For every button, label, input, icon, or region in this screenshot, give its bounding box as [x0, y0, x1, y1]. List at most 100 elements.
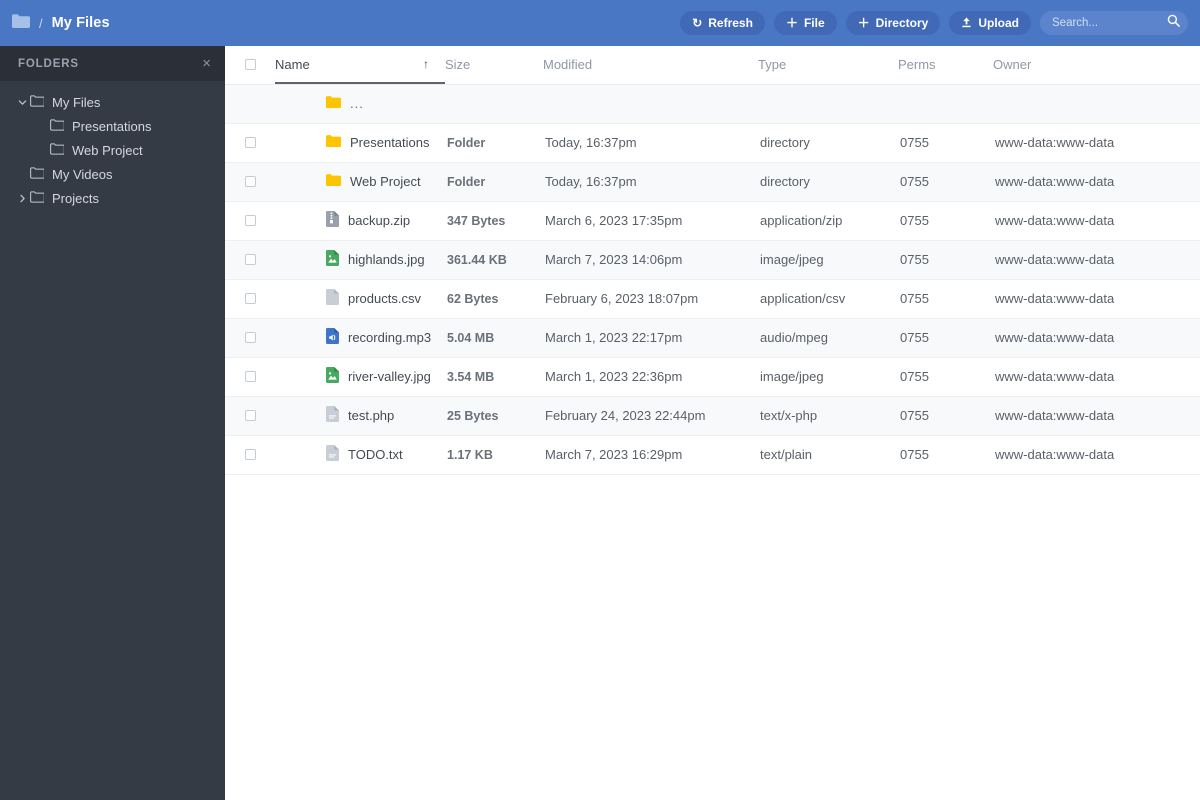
row-owner-cell: www-data:www-data: [993, 396, 1200, 436]
table-row-parent[interactable]: ...: [225, 84, 1200, 124]
sidebar-item-my-files[interactable]: My Files: [0, 90, 225, 114]
select-all-checkbox[interactable]: [244, 59, 256, 71]
plus-icon: ＋: [785, 16, 798, 30]
image-icon: [326, 367, 339, 386]
refresh-button-label: Refresh: [708, 16, 753, 30]
row-checkbox[interactable]: [244, 254, 256, 265]
row-name-label: highlands.jpg: [348, 252, 425, 267]
search-box[interactable]: [1040, 11, 1188, 35]
row-type-cell: text/plain: [758, 435, 898, 475]
row-modified-cell: February 6, 2023 18:07pm: [543, 279, 758, 319]
table-row[interactable]: river-valley.jpg 3.54 MB March 1, 2023 22:…: [225, 357, 1200, 397]
column-header-perms-label: Perms: [898, 57, 936, 73]
new-directory-button[interactable]: ＋ Directory: [845, 11, 941, 35]
row-name-cell[interactable]: test.php: [275, 396, 445, 436]
table-row[interactable]: TODO.txt 1.17 KB March 7, 2023 16:29pm text…: [225, 435, 1200, 475]
row-size-label: 25 Bytes: [447, 409, 499, 423]
row-owner-cell: www-data:www-data: [993, 435, 1200, 475]
row-name-cell[interactable]: Web Project: [275, 162, 445, 202]
row-perms-cell: 0755: [898, 123, 993, 163]
folder-icon: [326, 135, 342, 150]
row-type-label: directory: [760, 174, 810, 189]
table-row[interactable]: recording.mp3 5.04 MB March 1, 2023 22:17p…: [225, 318, 1200, 358]
folder-icon: [326, 174, 342, 189]
row-owner-cell: www-data:www-data: [993, 240, 1200, 280]
close-icon[interactable]: ×: [202, 56, 211, 71]
text-icon: [326, 445, 339, 464]
row-perms-label: 0755: [900, 252, 929, 267]
table-row[interactable]: products.csv 62 Bytes February 6, 2023 18:…: [225, 279, 1200, 319]
folder-icon: [50, 118, 65, 134]
column-header-type[interactable]: Type: [758, 46, 898, 85]
row-checkbox-cell: [225, 84, 275, 124]
sidebar-item-my-videos[interactable]: My Videos: [0, 162, 225, 186]
row-name-label: ...: [350, 96, 364, 111]
row-name-label: products.csv: [348, 291, 421, 306]
row-perms-label: 0755: [900, 291, 929, 306]
breadcrumb-separator: /: [39, 15, 43, 31]
row-checkbox[interactable]: [244, 371, 256, 382]
row-modified-label: Today, 16:37pm: [545, 135, 637, 150]
row-perms-label: 0755: [900, 135, 929, 150]
row-modified-cell: Today, 16:37pm: [543, 162, 758, 202]
column-header-owner-label: Owner: [993, 57, 1032, 73]
row-name-cell[interactable]: backup.zip: [275, 201, 445, 241]
row-checkbox[interactable]: [244, 215, 256, 226]
row-size-cell: 25 Bytes: [445, 396, 543, 436]
row-modified-cell: March 6, 2023 17:35pm: [543, 201, 758, 241]
column-header-name-label: Name: [275, 56, 310, 72]
row-type-label: directory: [760, 135, 810, 150]
row-owner-label: www-data:www-data: [995, 135, 1115, 150]
sidebar-item-label: My Files: [52, 94, 101, 110]
row-checkbox[interactable]: [244, 293, 256, 304]
column-header-owner[interactable]: Owner: [993, 46, 1200, 85]
sidebar-item-web-project[interactable]: Web Project: [0, 138, 225, 162]
column-header-perms[interactable]: Perms: [898, 46, 993, 85]
table-row[interactable]: test.php 25 Bytes February 24, 2023 22:44p…: [225, 396, 1200, 436]
table-row[interactable]: backup.zip 347 Bytes March 6, 2023 17:35pm…: [225, 201, 1200, 241]
row-perms-cell: 0755: [898, 318, 993, 358]
row-name-cell[interactable]: TODO.txt: [275, 435, 445, 475]
row-modified-label: February 24, 2023 22:44pm: [545, 408, 706, 423]
column-header-type-label: Type: [758, 57, 787, 73]
row-modified-label: March 6, 2023 17:35pm: [545, 213, 683, 228]
row-checkbox[interactable]: [244, 176, 256, 187]
app-header: / My Files ↻ Refresh ＋ File ＋ Directory …: [0, 0, 1200, 46]
row-name-cell[interactable]: ...: [275, 84, 445, 124]
row-modified-cell: March 7, 2023 16:29pm: [543, 435, 758, 475]
row-checkbox[interactable]: [244, 449, 256, 460]
row-perms-cell: [898, 84, 993, 124]
file-table: Name ↑ Size Modified Type Perms Owner ..…: [225, 46, 1200, 475]
column-header-size[interactable]: Size: [445, 46, 543, 85]
row-type-label: audio/mpeg: [760, 330, 828, 345]
row-name-cell[interactable]: recording.mp3: [275, 318, 445, 358]
row-size-label: 361.44 KB: [447, 253, 507, 267]
row-checkbox[interactable]: [244, 332, 256, 343]
row-name-cell[interactable]: highlands.jpg: [275, 240, 445, 280]
row-name-cell[interactable]: river-valley.jpg: [275, 357, 445, 397]
refresh-button[interactable]: ↻ Refresh: [680, 11, 765, 35]
new-file-button[interactable]: ＋ File: [773, 11, 837, 35]
row-owner-label: www-data:www-data: [995, 408, 1115, 423]
sidebar-item-presentations[interactable]: Presentations: [0, 114, 225, 138]
row-checkbox[interactable]: [244, 137, 256, 148]
row-checkbox[interactable]: [244, 410, 256, 421]
upload-button[interactable]: Upload: [949, 11, 1031, 35]
row-size-cell: 361.44 KB: [445, 240, 543, 280]
row-type-label: text/x-php: [760, 408, 818, 423]
table-row[interactable]: Presentations Folder Today, 16:37pm directo…: [225, 123, 1200, 163]
folder-icon: [30, 94, 45, 110]
row-name-label: backup.zip: [348, 213, 411, 228]
row-owner-label: www-data:www-data: [995, 291, 1115, 306]
row-name-cell[interactable]: products.csv: [275, 279, 445, 319]
column-header-modified[interactable]: Modified: [543, 46, 758, 85]
chevron-down-icon[interactable]: [14, 98, 30, 107]
row-name-cell[interactable]: Presentations: [275, 123, 445, 163]
sidebar-item-projects[interactable]: Projects: [0, 186, 225, 210]
folder-tree: My Files Presentations Web Project My Video…: [0, 81, 225, 210]
search-input[interactable]: [1040, 11, 1188, 35]
table-row[interactable]: highlands.jpg 361.44 KB March 7, 2023 14:0…: [225, 240, 1200, 280]
column-header-name[interactable]: Name ↑: [275, 46, 445, 85]
chevron-right-icon[interactable]: [14, 194, 30, 203]
table-row[interactable]: Web Project Folder Today, 16:37pm directory…: [225, 162, 1200, 202]
